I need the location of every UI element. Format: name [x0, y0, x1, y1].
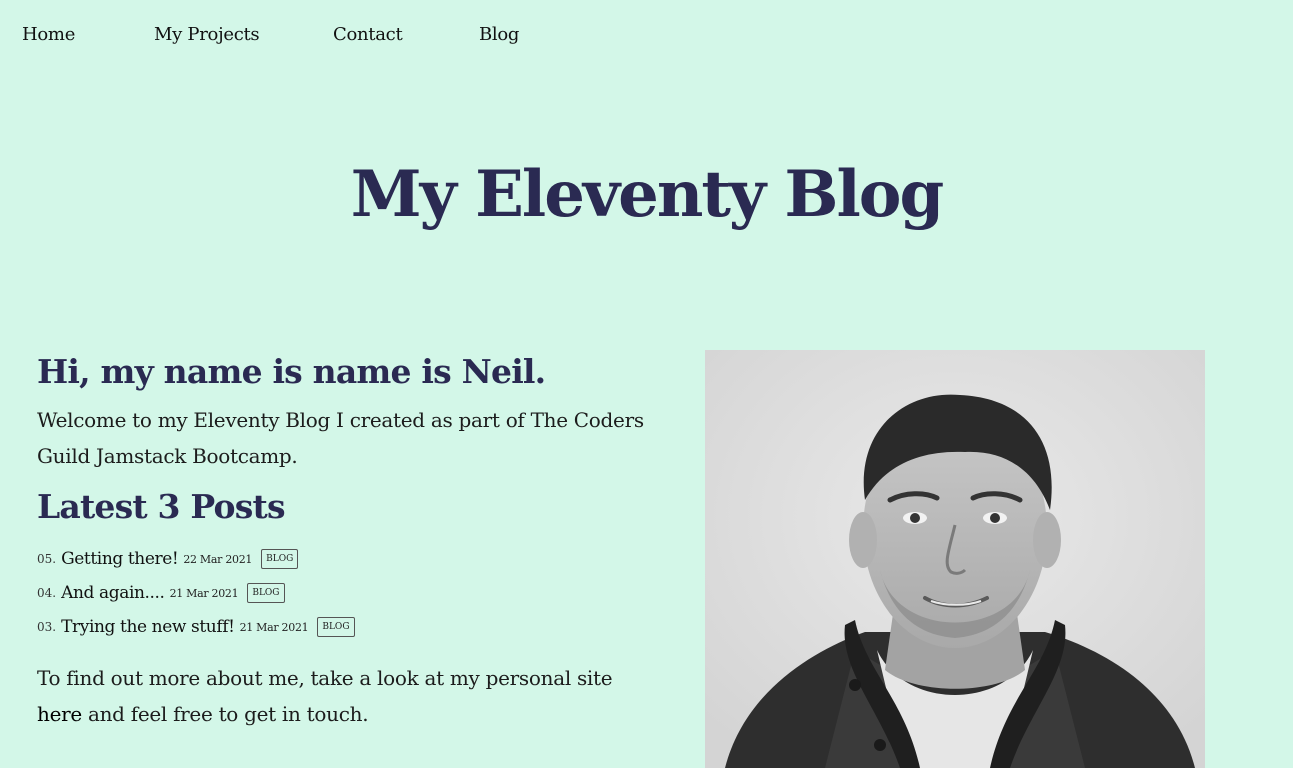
nav-contact-link[interactable]: Contact [333, 22, 479, 48]
top-nav: Home My Projects Contact Blog [22, 22, 539, 48]
post-title-link[interactable]: Getting there! [61, 549, 179, 569]
nav-home-link[interactable]: Home [22, 22, 154, 48]
personal-site-link[interactable]: here [37, 702, 82, 726]
latest-posts-heading: Latest 3 Posts [37, 487, 286, 526]
post-date: 21 Mar 2021 [169, 586, 239, 600]
post-tag-link[interactable]: BLOG [317, 617, 355, 637]
profile-photo-illustration [705, 350, 1205, 768]
post-date: 22 Mar 2021 [183, 552, 253, 566]
post-number: 04. [37, 586, 57, 600]
list-item: 03. Trying the new stuff! 21 Mar 2021 BL… [37, 610, 657, 644]
list-item: 04. And again.... 21 Mar 2021 BLOG [37, 576, 657, 610]
outro-text-before: To find out more about me, take a look a… [37, 666, 613, 690]
post-list: 05. Getting there! 22 Mar 2021 BLOG 04. … [37, 542, 657, 644]
post-number: 03. [37, 620, 57, 634]
nav-my-projects-link[interactable]: My Projects [154, 22, 333, 48]
post-tag-link[interactable]: BLOG [247, 583, 285, 603]
intro-section: Hi, my name is name is Neil. Welcome to … [37, 348, 657, 732]
site-title: My Eleventy Blog [350, 157, 944, 232]
profile-photo [705, 350, 1205, 768]
list-item: 05. Getting there! 22 Mar 2021 BLOG [37, 542, 657, 576]
post-title-link[interactable]: Trying the new stuff! [61, 617, 235, 637]
page: Home My Projects Contact Blog My Elevent… [0, 0, 1293, 768]
post-date: 21 Mar 2021 [239, 620, 309, 634]
post-title-link[interactable]: And again.... [61, 583, 165, 603]
nav-blog-link[interactable]: Blog [479, 22, 539, 48]
post-number: 05. [37, 552, 57, 566]
greeting-heading: Hi, my name is name is Neil. [37, 352, 546, 391]
post-tag-link[interactable]: BLOG [261, 549, 299, 569]
intro-text: Welcome to my Eleventy Blog I created as… [37, 408, 644, 468]
outro-text-after: and feel free to get in touch. [81, 702, 369, 726]
outro-text: To find out more about me, take a look a… [37, 660, 657, 732]
